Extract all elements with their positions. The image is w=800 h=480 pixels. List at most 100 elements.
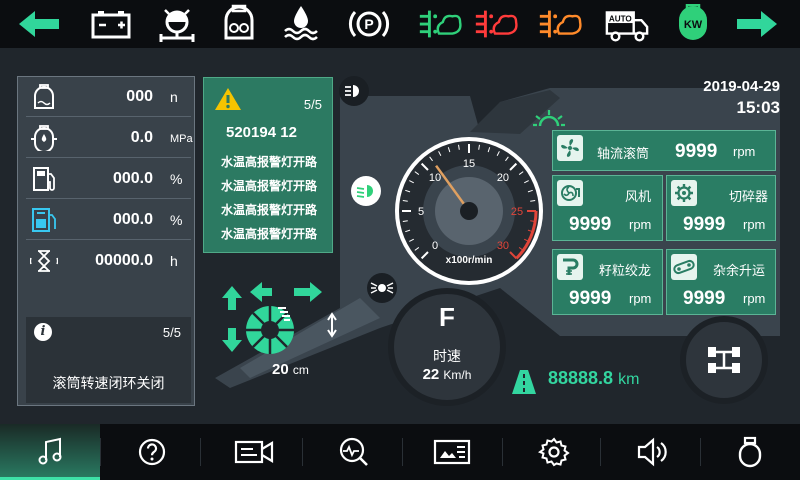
notice-panel: i 5/5 滚筒转速闭环关闭 xyxy=(26,317,191,403)
speaker-icon xyxy=(637,437,667,467)
power-button[interactable] xyxy=(700,424,800,480)
hour-meter-icon xyxy=(30,250,58,272)
gear-icon xyxy=(538,437,570,467)
coolant-temp-icon xyxy=(278,4,324,44)
engine-oil-icon xyxy=(216,4,262,44)
speed-readout: 22 Km/h xyxy=(394,366,500,383)
gear-indicator: F xyxy=(439,302,455,332)
stat-unit: MPa xyxy=(170,133,193,145)
settings-button[interactable] xyxy=(504,424,604,480)
height-adjust-icon xyxy=(327,312,337,338)
diagnostics-button[interactable] xyxy=(304,424,404,480)
card-grain-auger[interactable]: 籽粒绞龙 9999 rpm xyxy=(552,249,663,315)
speed-unit: Km/h xyxy=(443,368,472,382)
grain-tank-green-icon xyxy=(416,4,462,44)
reel-light-icon xyxy=(533,110,565,127)
nav-divider xyxy=(600,438,601,466)
notice-page-indicator: 5/5 xyxy=(162,325,181,340)
stat-unit: n xyxy=(170,89,178,105)
card-name: 轴流滚筒 xyxy=(597,146,650,161)
stat-engine-oil: 000 n xyxy=(26,77,191,117)
card-value: 9999 xyxy=(569,288,612,309)
stat-oil-pressure: 0.0 MPa xyxy=(26,118,193,158)
card-unit: rpm xyxy=(743,291,766,306)
svg-text:KW: KW xyxy=(684,19,703,31)
header-lower-arrow-icon xyxy=(222,328,242,352)
rpm-tick-label: 20 xyxy=(497,172,509,184)
camera-button[interactable] xyxy=(204,424,304,480)
odometer: 88888.8 km xyxy=(548,368,639,389)
rpm-tick-label: 30 xyxy=(497,240,509,252)
right-turn-icon xyxy=(734,4,780,44)
question-icon xyxy=(138,438,166,466)
auto-mode-icon: AUTO xyxy=(604,4,650,44)
info-card-icon xyxy=(433,439,471,465)
dashboard-main: 000 n 0.0 MPa 000.0 % 000.0 % 00000.0 h … xyxy=(0,48,800,424)
adblue-icon xyxy=(32,208,56,232)
stat-value: 000.0 xyxy=(112,211,153,228)
stat-value: 0.0 xyxy=(130,129,153,146)
notice-message: 滚筒转速闭环关闭 xyxy=(52,375,165,391)
grain-tank-red-icon xyxy=(472,4,518,44)
odometer-unit: km xyxy=(618,371,640,388)
card-unit: rpm xyxy=(629,217,652,232)
drive-mode-wheel xyxy=(680,316,768,404)
music-note-icon xyxy=(38,437,62,465)
warning-icon xyxy=(215,88,241,110)
stat-fuel: 000.0 % xyxy=(26,159,191,199)
steering-axle-icon xyxy=(154,4,200,44)
help-button[interactable] xyxy=(102,424,202,480)
alarm-page-indicator: 5/5 xyxy=(303,97,322,112)
high-beam-indicator xyxy=(339,76,369,106)
card-unit: rpm xyxy=(743,217,766,232)
card-name: 籽粒绞龙 xyxy=(599,263,652,278)
nav-divider xyxy=(302,438,303,466)
blower-icon xyxy=(557,180,583,206)
card-name: 切碎器 xyxy=(729,189,769,204)
chopper-gear-icon xyxy=(671,180,697,206)
low-beam-icon xyxy=(356,185,373,198)
grain-tank-orange-icon xyxy=(536,4,582,44)
cutting-height-unit: cm xyxy=(292,363,309,377)
card-tailings-elevator[interactable]: 杂余升运 9999 rpm xyxy=(666,249,776,315)
engine-stats-panel: 000 n 0.0 MPa 000.0 % 000.0 % 00000.0 h … xyxy=(17,76,195,406)
stat-value: 000 xyxy=(126,88,153,105)
left-turn-icon xyxy=(16,4,62,44)
rpm-needle-hub xyxy=(460,202,478,220)
card-axial-drum[interactable]: 轴流滚筒 9999 rpm xyxy=(552,130,776,171)
engine-oil-level-icon xyxy=(34,84,54,109)
rpm-tick-label: 0 xyxy=(432,240,438,252)
alarm-panel[interactable]: 5/5 520194 12 水温高报警灯开路 水温高报警灯开路 水温高报警灯开路… xyxy=(203,77,333,253)
oil-pressure-icon xyxy=(31,125,57,151)
speed-display: F 时速 22 Km/h xyxy=(388,288,506,406)
volume-button[interactable] xyxy=(602,424,702,480)
indicator-bar: P AUTO KW xyxy=(0,0,800,48)
card-value: 9999 xyxy=(569,214,612,235)
stat-unit: % xyxy=(170,212,183,228)
card-chopper[interactable]: 切碎器 9999 rpm xyxy=(666,175,776,241)
low-beam-indicator xyxy=(351,176,381,206)
card-fan[interactable]: 风机 9999 rpm xyxy=(552,175,663,241)
nav-divider xyxy=(200,438,201,466)
rpm-tick-label: 10 xyxy=(429,172,441,184)
headlight-icon xyxy=(345,85,359,97)
diagnostics-icon xyxy=(339,437,368,466)
speed-value: 22 xyxy=(422,366,440,383)
header-control-widget xyxy=(222,282,337,354)
stat-value: 00000.0 xyxy=(95,252,153,269)
alarm-line: 水温高报警灯开路 xyxy=(220,179,317,193)
work-light-icon xyxy=(370,282,394,294)
alarm-line: 水温高报警灯开路 xyxy=(220,227,317,241)
card-value: 9999 xyxy=(675,141,718,162)
info-card-button[interactable] xyxy=(402,424,502,480)
nav-divider xyxy=(100,438,101,466)
music-button[interactable] xyxy=(0,424,100,480)
date-display: 2019-04-29 xyxy=(703,78,780,95)
stat-unit: h xyxy=(170,253,178,269)
card-unit: rpm xyxy=(733,144,756,159)
video-camera-icon xyxy=(234,440,274,464)
cutting-height: 20 cm xyxy=(272,361,309,378)
parking-brake-icon: P xyxy=(346,4,392,44)
card-name: 杂余升运 xyxy=(713,263,766,278)
rpm-unit-label: x100r/min xyxy=(446,255,493,266)
